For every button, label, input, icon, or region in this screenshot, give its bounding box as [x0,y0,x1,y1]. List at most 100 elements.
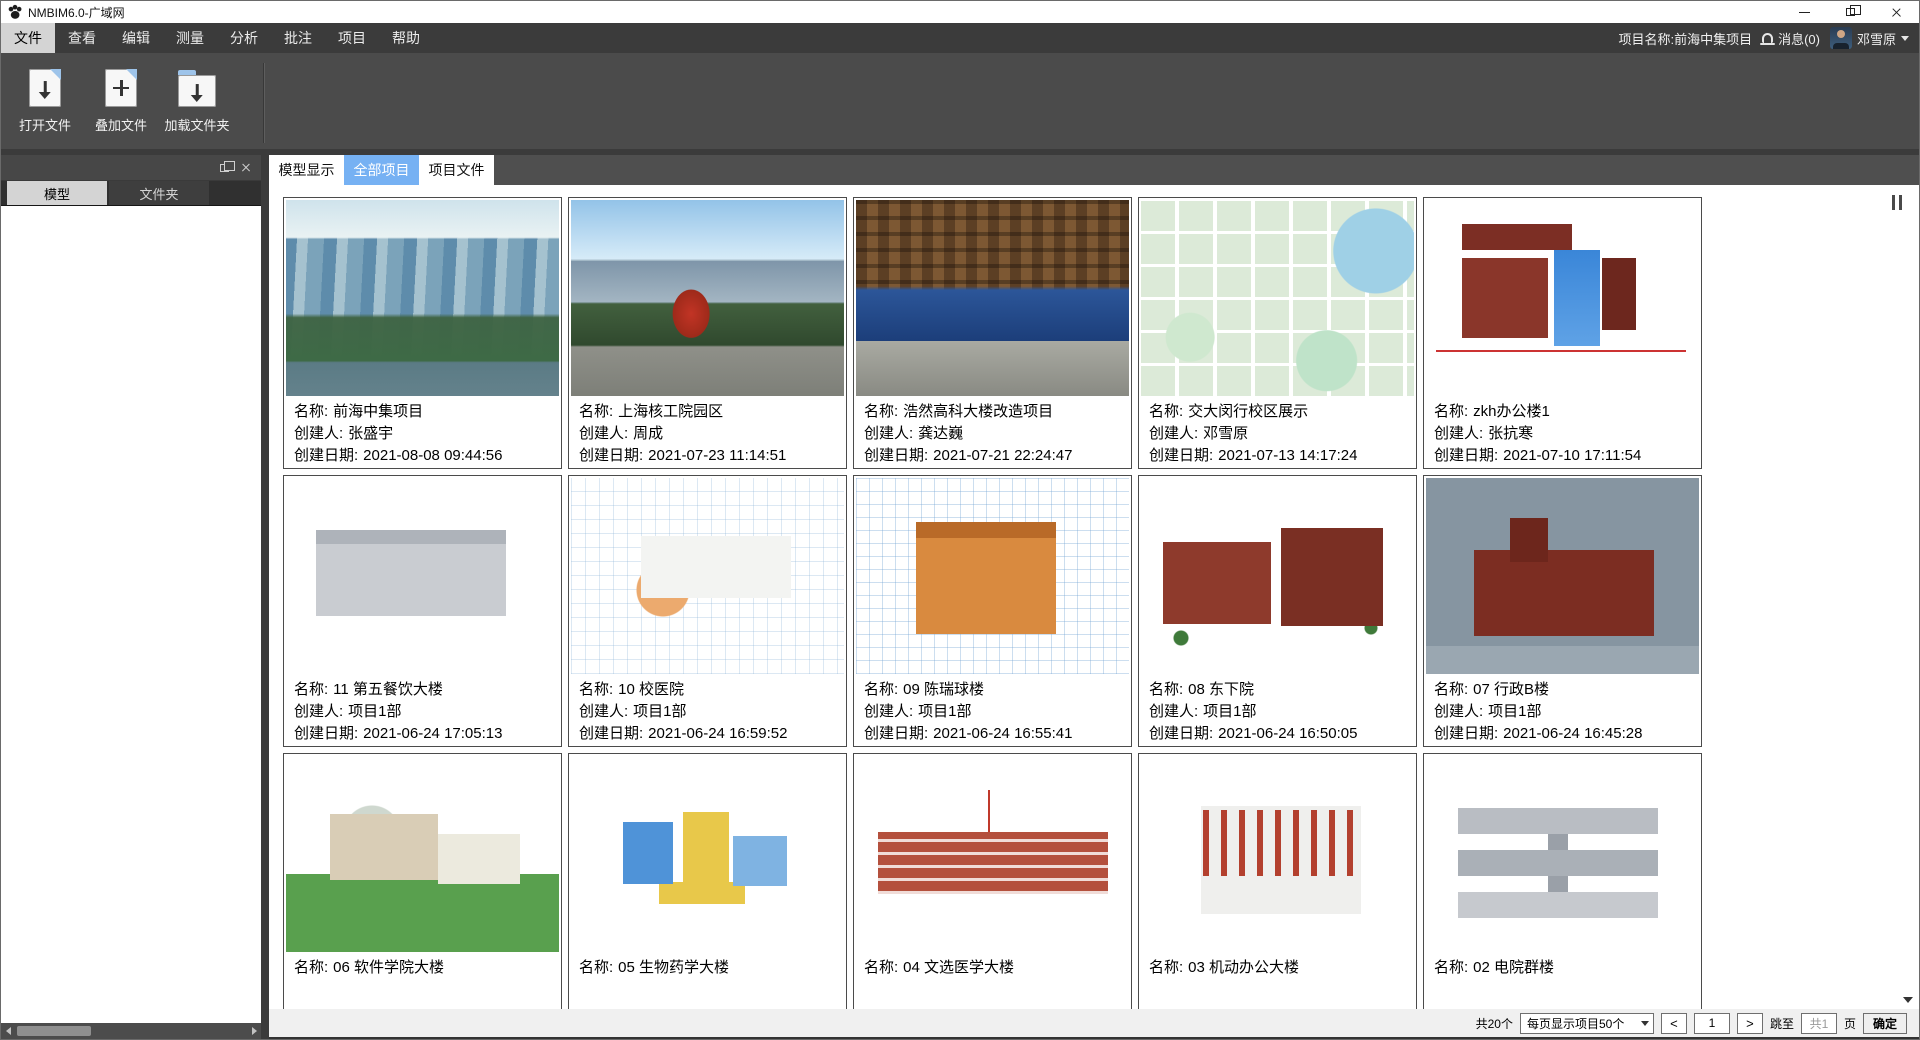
page-size-select[interactable]: 每页显示项目50个 [1520,1013,1654,1034]
scroll-down-arrow-icon[interactable] [1903,997,1913,1003]
total-count-label: 共20个 [1476,1015,1513,1032]
menubar-right: 项目名称:前海中集项目 消息(0) 邓雪原 [1618,23,1919,53]
minimize-button[interactable] [1781,1,1827,23]
project-thumbnail [1141,200,1414,396]
menu-item-edit[interactable]: 编辑 [109,23,163,53]
float-panel-icon[interactable] [220,164,229,172]
next-page-button[interactable] [1737,1013,1763,1034]
page-unit-label: 页 [1844,1015,1856,1032]
project-card[interactable]: 名称:08 东下院 创建人:项目1部 创建日期:2021-06-24 16:50… [1138,475,1417,747]
project-card[interactable]: 名称:zkh办公楼1 创建人:张抗寒 创建日期:2021-07-10 17:11… [1423,197,1702,469]
close-panel-icon[interactable] [241,163,251,173]
project-card[interactable]: 名称:07 行政B楼 创建人:项目1部 创建日期:2021-06-24 16:4… [1423,475,1702,747]
menu-item-help[interactable]: 帮助 [379,23,433,53]
project-name: 04 文选医学大楼 [903,959,1014,976]
creator-label: 创建人: [1149,703,1198,720]
project-thumbnail [1426,756,1699,952]
creator-label: 创建人: [579,703,628,720]
restore-button[interactable] [1827,1,1873,23]
project-date: 2021-08-08 09:44:56 [363,447,502,464]
tab-model-display[interactable]: 模型显示 [269,155,344,185]
project-info: 名称:11 第五餐饮大楼 创建人:项目1部 创建日期:2021-06-24 17… [286,674,559,745]
scroll-left-arrow-icon[interactable] [1,1023,15,1039]
project-thumbnail [286,756,559,952]
project-name: 05 生物药学大楼 [618,959,729,976]
creator-label: 创建人: [864,703,913,720]
menu-item-analyze[interactable]: 分析 [217,23,271,53]
date-label: 创建日期: [294,447,358,464]
messages-label: 消息(0) [1778,29,1820,48]
left-panel-hscrollbar[interactable] [1,1023,261,1039]
confirm-button[interactable]: 确定 [1863,1013,1907,1034]
avatar [1830,27,1852,49]
project-card[interactable]: 名称:03 机动办公大楼 [1138,753,1417,1009]
menu-item-file[interactable]: 文件 [1,23,55,53]
project-date: 2021-06-24 17:05:13 [363,725,502,742]
project-thumbnail [571,200,844,396]
project-creator: 龚达巍 [918,425,963,442]
project-card[interactable]: 名称:10 校医院 创建人:项目1部 创建日期:2021-06-24 16:59… [568,475,847,747]
project-card[interactable]: 名称:上海核工院园区 创建人:周成 创建日期:2021-07-23 11:14:… [568,197,847,469]
model-tree-panel[interactable] [1,205,261,1023]
project-creator: 周成 [633,425,663,442]
scrollbar-grip-icon[interactable] [1891,195,1903,210]
project-info: 名称:02 电院群楼 [1426,952,1699,979]
date-label: 创建日期: [579,725,643,742]
scroll-right-arrow-icon[interactable] [247,1023,261,1039]
name-label: 名称: [294,681,328,698]
close-button[interactable] [1873,1,1919,23]
project-name: 前海中集项目 [333,403,423,420]
close-icon [1891,7,1902,18]
name-label: 名称: [579,403,613,420]
creator-label: 创建人: [294,425,343,442]
project-card[interactable]: 名称:交大闵行校区展示 创建人:邓雪原 创建日期:2021-07-13 14:1… [1138,197,1417,469]
hscroll-track[interactable] [15,1023,247,1039]
tab-folder[interactable]: 文件夹 [109,181,209,205]
messages-button[interactable]: 消息(0) [1762,29,1820,48]
jump-to-label: 跳至 [1770,1015,1794,1032]
date-label: 创建日期: [1149,725,1213,742]
date-label: 创建日期: [294,725,358,742]
project-card[interactable]: 名称:02 电院群楼 [1423,753,1702,1009]
panel-splitter[interactable] [261,155,269,1039]
overlay-file-icon [105,69,137,107]
project-thumbnail [286,200,559,396]
project-info: 名称:浩然高科大楼改造项目 创建人:龚达巍 创建日期:2021-07-21 22… [856,396,1129,467]
project-card[interactable]: 名称:前海中集项目 创建人:张盛宇 创建日期:2021-08-08 09:44:… [283,197,562,469]
hscroll-thumb[interactable] [17,1026,91,1036]
current-page-input[interactable]: 1 [1694,1013,1730,1034]
jump-page-input[interactable]: 共1 [1801,1013,1837,1034]
project-info: 名称:前海中集项目 创建人:张盛宇 创建日期:2021-08-08 09:44:… [286,396,559,467]
tab-project-files[interactable]: 项目文件 [419,155,494,185]
project-card[interactable]: 名称:09 陈瑞球楼 创建人:项目1部 创建日期:2021-06-24 16:5… [853,475,1132,747]
tab-model[interactable]: 模型 [7,181,107,205]
date-label: 创建日期: [1434,447,1498,464]
bell-icon [1762,33,1773,43]
project-creator: 张抗寒 [1488,425,1533,442]
menu-item-view[interactable]: 查看 [55,23,109,53]
project-card[interactable]: 名称:11 第五餐饮大楼 创建人:项目1部 创建日期:2021-06-24 17… [283,475,562,747]
project-card[interactable]: 名称:04 文选医学大楼 [853,753,1132,1009]
user-menu[interactable]: 邓雪原 [1830,27,1909,49]
tab-all-projects[interactable]: 全部项目 [344,155,419,185]
name-label: 名称: [1149,681,1183,698]
project-name: 02 电院群楼 [1473,959,1554,976]
creator-label: 创建人: [1434,703,1483,720]
project-info: 名称:交大闵行校区展示 创建人:邓雪原 创建日期:2021-07-13 14:1… [1141,396,1414,467]
project-date: 2021-07-13 14:17:24 [1218,447,1357,464]
load-folder-button[interactable]: 加载文件夹 [159,53,235,149]
load-folder-icon [178,75,216,107]
project-card[interactable]: 名称:浩然高科大楼改造项目 创建人:龚达巍 创建日期:2021-07-21 22… [853,197,1132,469]
app-window: NMBIM6.0-广域网 文件 查看 编辑 测量 分析 批注 项目 帮助 项目名… [0,0,1920,1040]
open-file-button[interactable]: 打开文件 [7,53,83,149]
prev-page-button[interactable] [1661,1013,1687,1034]
project-name: 上海核工院园区 [618,403,723,420]
project-card[interactable]: 名称:06 软件学院大楼 [283,753,562,1009]
menu-item-annotate[interactable]: 批注 [271,23,325,53]
project-thumbnail [571,478,844,674]
overlay-file-button[interactable]: 叠加文件 [83,53,159,149]
project-card[interactable]: 名称:05 生物药学大楼 [568,753,847,1009]
title-bar: NMBIM6.0-广域网 [1,1,1919,23]
menu-item-measure[interactable]: 测量 [163,23,217,53]
menu-item-project[interactable]: 项目 [325,23,379,53]
